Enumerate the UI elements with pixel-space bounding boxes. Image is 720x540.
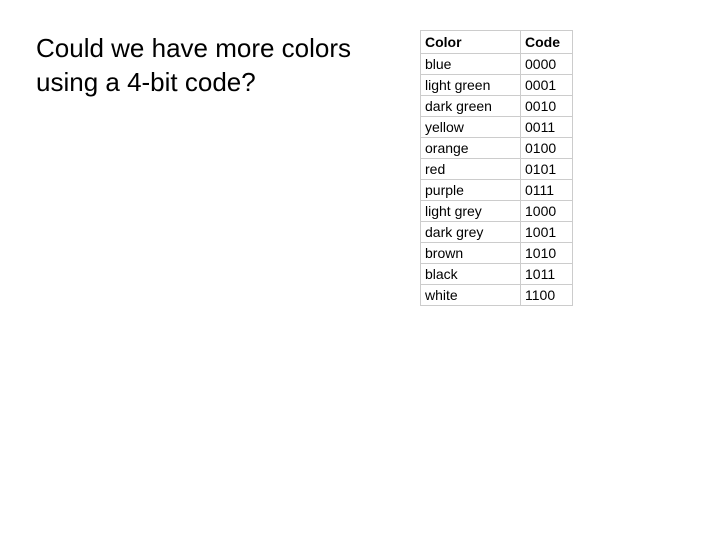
cell-color: brown bbox=[421, 243, 521, 264]
cell-color: dark green bbox=[421, 96, 521, 117]
table-row: yellow 0011 bbox=[421, 117, 573, 138]
table-row: purple 0111 bbox=[421, 180, 573, 201]
cell-code: 0001 bbox=[521, 75, 573, 96]
table-header-row: Color Code bbox=[421, 31, 573, 54]
cell-code: 0010 bbox=[521, 96, 573, 117]
cell-color: light green bbox=[421, 75, 521, 96]
table-row: brown 1010 bbox=[421, 243, 573, 264]
table-row: dark green 0010 bbox=[421, 96, 573, 117]
table-row: dark grey 1001 bbox=[421, 222, 573, 243]
cell-code: 1100 bbox=[521, 285, 573, 306]
cell-color: red bbox=[421, 159, 521, 180]
cell-code: 1000 bbox=[521, 201, 573, 222]
table-row: white 1100 bbox=[421, 285, 573, 306]
cell-code: 0111 bbox=[521, 180, 573, 201]
cell-color: dark grey bbox=[421, 222, 521, 243]
header-color: Color bbox=[421, 31, 521, 54]
color-code-table: Color Code blue 0000 light green 0001 da… bbox=[420, 30, 573, 306]
cell-code: 1001 bbox=[521, 222, 573, 243]
cell-color: black bbox=[421, 264, 521, 285]
table-row: black 1011 bbox=[421, 264, 573, 285]
cell-code: 1011 bbox=[521, 264, 573, 285]
table-row: light grey 1000 bbox=[421, 201, 573, 222]
cell-code: 0100 bbox=[521, 138, 573, 159]
cell-color: light grey bbox=[421, 201, 521, 222]
cell-color: purple bbox=[421, 180, 521, 201]
cell-code: 0011 bbox=[521, 117, 573, 138]
cell-color: yellow bbox=[421, 117, 521, 138]
cell-code: 0000 bbox=[521, 54, 573, 75]
table-row: orange 0100 bbox=[421, 138, 573, 159]
table-row: light green 0001 bbox=[421, 75, 573, 96]
color-code-table-container: Color Code blue 0000 light green 0001 da… bbox=[420, 30, 573, 306]
header-code: Code bbox=[521, 31, 573, 54]
cell-code: 0101 bbox=[521, 159, 573, 180]
table-row: red 0101 bbox=[421, 159, 573, 180]
table-row: blue 0000 bbox=[421, 54, 573, 75]
cell-color: orange bbox=[421, 138, 521, 159]
cell-color: blue bbox=[421, 54, 521, 75]
cell-code: 1010 bbox=[521, 243, 573, 264]
question-text: Could we have more colors using a 4-bit … bbox=[36, 32, 406, 100]
cell-color: white bbox=[421, 285, 521, 306]
